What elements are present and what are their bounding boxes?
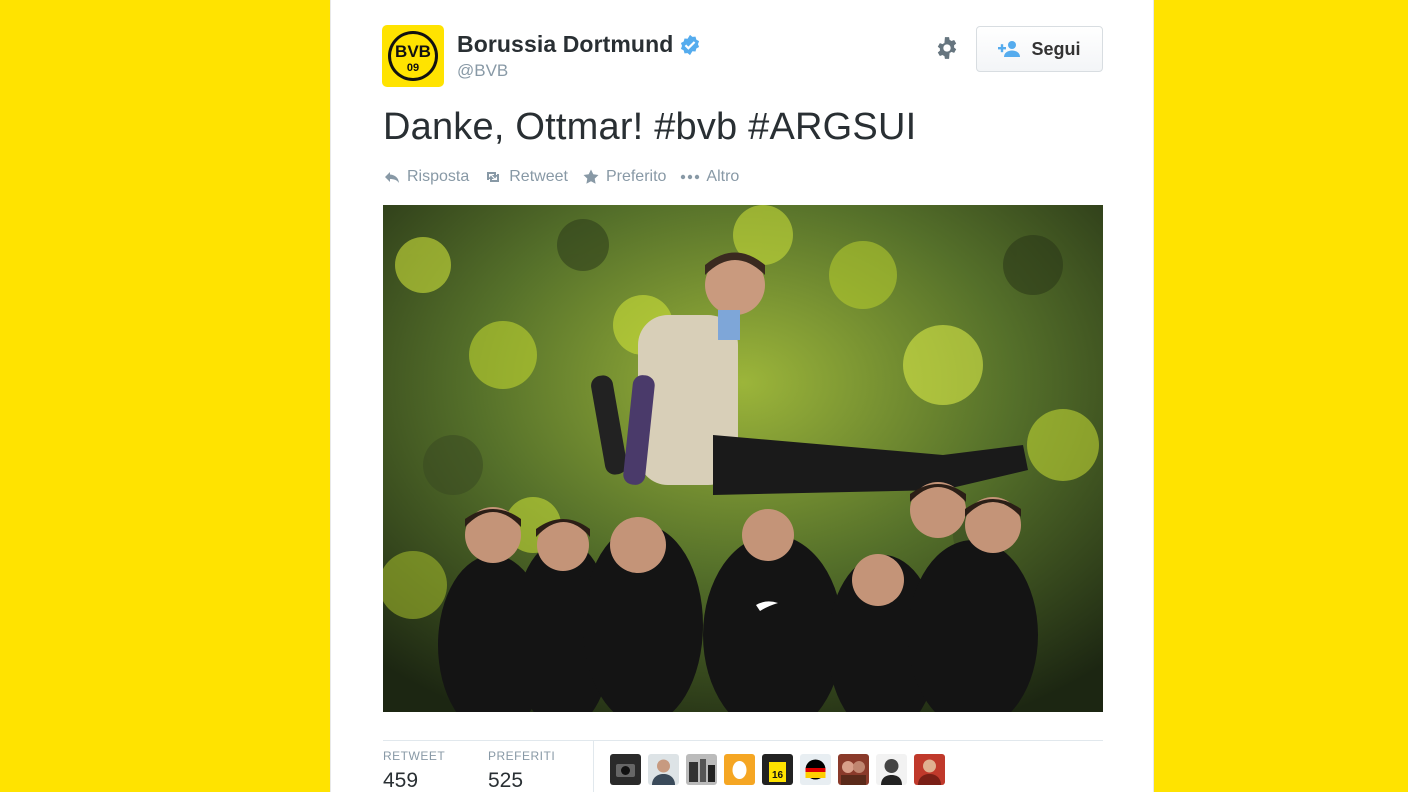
retweet-count[interactable]: RETWEET 459 — [383, 749, 445, 792]
user-avatar-egg — [724, 754, 755, 785]
logo-top-text: BVB — [395, 42, 431, 61]
tweet-text: Danke, Ottmar! #bvb #ARGSUI — [383, 106, 917, 148]
favoriter-avatar[interactable] — [686, 754, 717, 785]
favoriter-avatar[interactable]: 16 — [762, 754, 793, 785]
favorite-count[interactable]: PREFERITI 525 — [488, 749, 555, 792]
stats-separator — [593, 741, 594, 792]
gear-icon[interactable] — [934, 35, 960, 61]
favoriters-list: 16 — [610, 754, 945, 785]
favoriter-avatar[interactable] — [800, 754, 831, 785]
reply-label: Risposta — [407, 168, 470, 185]
retweet-label: Retweet — [509, 168, 568, 185]
favoriter-avatar[interactable] — [838, 754, 869, 785]
celebration-photo — [383, 205, 1103, 712]
favoriter-avatar[interactable] — [648, 754, 679, 785]
user-avatar-flag — [800, 754, 831, 785]
bvb-09-logo-icon: BVB 09 — [388, 31, 438, 81]
user-avatar-camera — [610, 754, 641, 785]
reply-icon — [385, 172, 399, 183]
user-avatar-face — [648, 754, 679, 785]
more-label: Altro — [706, 168, 740, 185]
retweet-icon — [487, 172, 500, 182]
add-user-icon — [998, 41, 1021, 57]
retweet-count-value: 459 — [383, 769, 419, 792]
stats-divider — [383, 740, 1103, 741]
user-avatar-portrait — [876, 754, 907, 785]
favorite-label: Preferito — [605, 168, 667, 185]
favorite-count-label: PREFERITI — [488, 749, 556, 763]
account-name-row: Borussia Dortmund — [457, 31, 701, 58]
favoriter-avatar[interactable] — [610, 754, 641, 785]
tweet-actions: Risposta Retweet Preferito Altro — [383, 168, 753, 186]
follow-button[interactable]: Segui — [976, 26, 1103, 72]
tweet-card: BVB 09 Borussia Dortmund @BVB Segui Dank… — [330, 0, 1154, 792]
user-avatar-jersey-16: 16 — [762, 754, 793, 785]
verified-badge-icon — [681, 34, 700, 55]
retweet-action[interactable]: Retweet — [483, 168, 568, 186]
logo-bottom-text: 09 — [407, 62, 419, 74]
favoriter-avatar[interactable] — [914, 754, 945, 785]
star-icon — [583, 169, 599, 184]
user-avatar-red — [914, 754, 945, 785]
favorite-count-value: 525 — [488, 769, 524, 792]
more-dots-icon — [681, 174, 700, 180]
tweet-photo[interactable] — [383, 205, 1103, 712]
retweet-count-label: RETWEET — [383, 749, 446, 763]
account-avatar[interactable]: BVB 09 — [382, 25, 444, 87]
account-name[interactable]: Borussia Dortmund — [457, 31, 673, 58]
favorite-action[interactable]: Preferito — [582, 168, 666, 186]
follow-button-label: Segui — [1031, 38, 1081, 59]
user-avatar-couple — [838, 754, 869, 785]
favoriter-avatar[interactable] — [724, 754, 755, 785]
account-handle[interactable]: @BVB — [457, 61, 508, 81]
reply-action[interactable]: Risposta — [383, 168, 469, 186]
user-avatar-bw — [686, 754, 717, 785]
svg-text:16: 16 — [772, 770, 784, 781]
more-action[interactable]: Altro — [680, 168, 739, 186]
favoriter-avatar[interactable] — [876, 754, 907, 785]
